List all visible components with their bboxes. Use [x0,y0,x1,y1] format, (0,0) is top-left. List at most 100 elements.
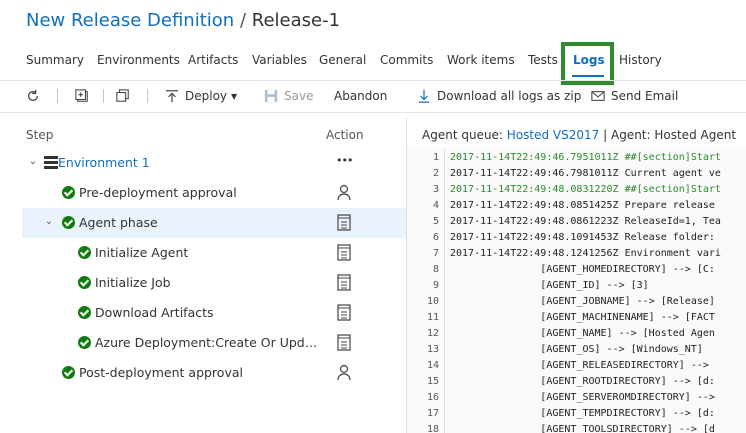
success-check-icon [62,366,75,379]
log-line: 14 [AGENT_RELEASEDIRECTORY] --> [407,358,746,374]
save-icon [264,89,278,103]
log-text: 2017-11-14T22:49:48.0861223Z ReleaseId=1… [450,216,721,227]
create-release-button[interactable] [75,84,95,108]
log-line: 5 2017-11-14T22:49:48.0861223Z ReleaseId=… [407,214,746,230]
log-icon[interactable] [336,334,352,352]
tab-commits[interactable]: Commits [380,53,433,67]
person-icon[interactable] [336,184,352,202]
log-line: 7 2017-11-14T22:49:48.1241256Z Environmen… [407,246,746,262]
tree-item-agent-phase[interactable]: ⌄ Agent phase [22,208,406,238]
log-icon[interactable] [336,244,352,262]
log-line: 4 2017-11-14T22:49:48.0851425Z Prepare re… [407,198,746,214]
success-check-icon [78,276,91,289]
line-number: 12 [426,328,439,339]
title-separator: / [239,10,247,31]
tree-item-label: Post-deployment approval [79,365,243,380]
line-number: 8 [432,264,439,275]
save-button[interactable]: Save [264,84,313,108]
download-logs-button[interactable]: Download all logs as zip [417,84,581,108]
log-line: 16 [AGENT_SERVEROMDIRECTORY] --> [407,390,746,406]
log-line: 8 [AGENT_HOMEDIRECTORY] --> [C: [407,262,746,278]
log-icon[interactable] [336,214,352,232]
log-text: [AGENT_OS] --> [Windows_NT] [450,344,703,355]
tree-item-pre-deployment-approval[interactable]: Pre-deployment approval [22,178,406,208]
tree-item-label: Agent phase [79,215,158,230]
download-label: Download all logs as zip [437,89,582,103]
mail-icon [591,91,605,101]
tree-item-environment[interactable]: ⌄ Environment 1 ••• [22,148,406,178]
line-number: 7 [432,248,439,259]
log-line: 1 2017-11-14T22:49:46.7951011Z ##[section… [407,150,746,166]
logs-tab-highlight [561,42,614,85]
release-name: Release-1 [251,10,341,31]
line-number: 6 [432,232,439,243]
more-actions-icon[interactable]: ••• [336,154,353,167]
tree-item-initialize-job[interactable]: Initialize Job [22,268,406,298]
success-check-icon [78,306,91,319]
log-icon[interactable] [336,304,352,322]
line-number: 13 [426,344,439,355]
log-text: [AGENT_RELEASEDIRECTORY] --> [450,360,709,371]
definition-link[interactable]: New Release Definition [26,10,234,31]
success-check-icon [62,186,75,199]
line-number: 2 [432,168,439,179]
copy-button[interactable] [116,84,136,108]
tab-artifacts[interactable]: Artifacts [188,53,238,67]
chevron-down-icon[interactable]: ⌄ [28,157,38,167]
tree-item-download-artifacts[interactable]: Download Artifacts [22,298,406,328]
success-check-icon [62,216,75,229]
tab-summary[interactable]: Summary [26,53,84,67]
log-text: [AGENT_ROOTDIRECTORY] --> [d: [450,376,715,387]
copy-icon [116,89,129,102]
deploy-label: Deploy [185,89,228,103]
line-number: 14 [426,360,439,371]
log-icon[interactable] [336,274,352,292]
log-text: [AGENT_ID] --> [3] [450,280,649,291]
tree-item-label: Initialize Job [95,275,171,290]
log-viewer[interactable]: 1 2017-11-14T22:49:46.7951011Z ##[section… [407,148,746,433]
line-number: 1 [432,152,439,163]
line-number: 17 [426,408,439,419]
save-label: Save [284,89,314,103]
tab-tests[interactable]: Tests [528,53,558,67]
tab-variables[interactable]: Variables [252,53,307,67]
tab-work-items[interactable]: Work items [447,53,515,67]
line-number: 3 [432,184,439,195]
action-column-header: Action [326,128,364,142]
deploy-button[interactable]: Deploy ▼ [165,84,237,108]
tab-history[interactable]: History [619,53,662,67]
log-line: 2 2017-11-14T22:49:46.7981011Z Current ag… [407,166,746,182]
chevron-down-icon[interactable]: ⌄ [44,217,54,227]
success-check-icon [78,336,91,349]
environment-label[interactable]: Environment 1 [58,155,150,170]
log-line: 10 [AGENT_JOBNAME] --> [Release] [407,294,746,310]
tab-environments[interactable]: Environments [97,53,180,67]
tree-item-label: Pre-deployment approval [79,185,237,200]
log-text: [AGENT_TOOLSDIRECTORY] --> [d [450,424,715,433]
abandon-button[interactable]: Abandon [334,84,387,108]
toolbar-divider [103,89,104,103]
log-text: 2017-11-14T22:49:48.1241256Z Environment… [450,248,721,259]
log-text: 2017-11-14T22:49:48.0831220Z ##[section]… [450,184,721,195]
toolbar-divider [57,89,58,103]
deploy-icon [165,90,179,103]
tree-item-label: Initialize Agent [95,245,189,260]
refresh-button[interactable] [26,84,46,108]
tree-item-initialize-agent[interactable]: Initialize Agent [22,238,406,268]
success-check-icon [78,246,91,259]
log-line: 12 [AGENT_NAME] --> [Hosted Agen [407,326,746,342]
send-email-button[interactable]: Send Email [591,84,678,108]
log-text: 2017-11-14T22:49:46.7951011Z ##[section]… [450,152,721,163]
line-number: 10 [426,296,439,307]
line-number: 9 [432,280,439,291]
agent-queue-info: Agent queue: Hosted VS2017 | Agent: Host… [422,128,736,142]
line-number: 11 [426,312,439,323]
person-icon[interactable] [336,364,352,382]
tree-item-post-deployment-approval[interactable]: Post-deployment approval [22,358,406,388]
log-text: 2017-11-14T22:49:46.7981011Z Current age… [450,168,721,179]
tab-general[interactable]: General [319,53,366,67]
add-box-icon [75,89,88,102]
agent-queue-link[interactable]: Hosted VS2017 [507,128,600,142]
toolbar-divider [147,89,148,103]
tree-item-azure-deployment[interactable]: Azure Deployment:Create Or Update ... [22,328,406,358]
